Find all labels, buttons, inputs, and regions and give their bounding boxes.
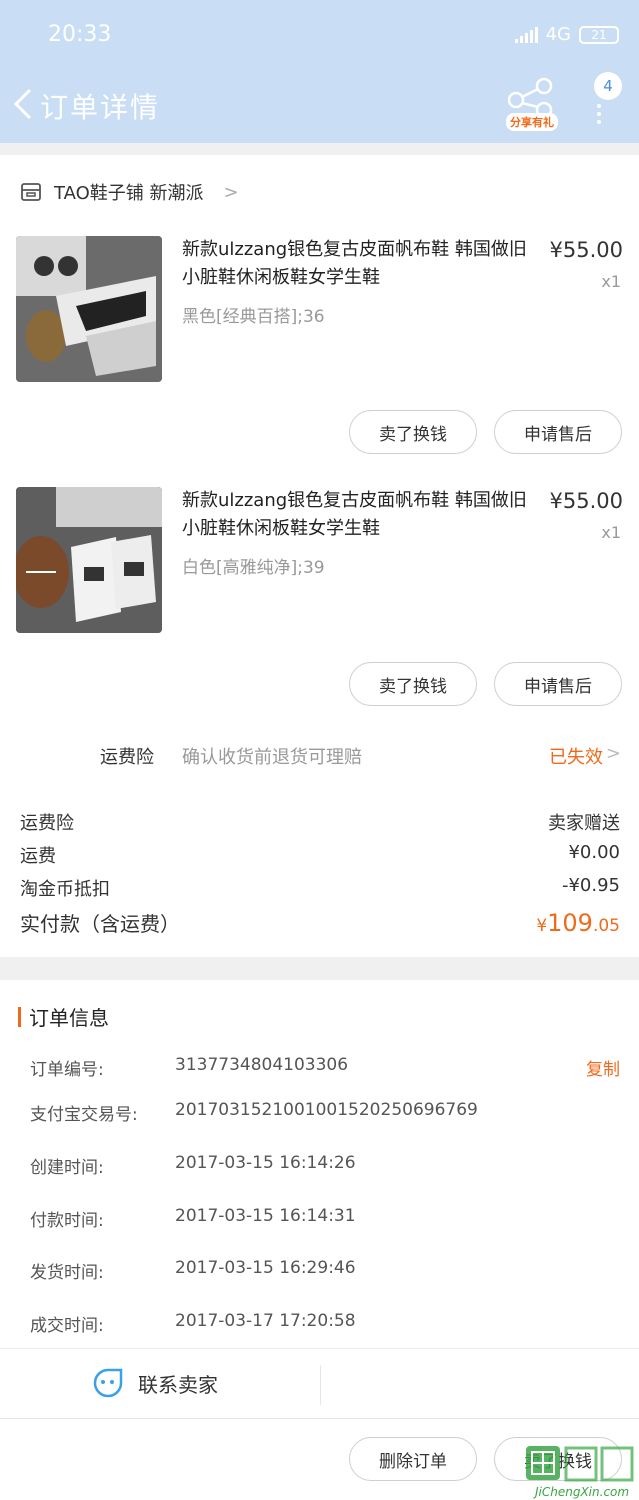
- info-label: 发货时间:: [30, 1263, 104, 1283]
- total-row: 实付款（含运费） ¥109.05: [20, 908, 620, 937]
- status-indicators: 4G 21: [514, 24, 619, 45]
- order-info-title: 订单信息: [29, 1006, 109, 1030]
- apply-aftersale-button[interactable]: 申请售后: [494, 410, 622, 454]
- order-items-section: TAO鞋子铺 新潮派 > 新款ulzzang银色复古皮面帆布鞋 韩国做旧小脏鞋休…: [0, 155, 639, 957]
- product-item[interactable]: 新款ulzzang银色复古皮面帆布鞋 韩国做旧小脏鞋休闲板鞋女学生鞋 黑色[经典…: [0, 236, 639, 396]
- contact-bar: 联系卖家: [0, 1348, 639, 1418]
- shipping-insurance-row[interactable]: 运费险 确认收货前退货可理赔 已失效 >: [0, 737, 639, 773]
- info-label: 支付宝交易号:: [30, 1105, 138, 1125]
- more-dots-icon[interactable]: [597, 104, 601, 124]
- divider: [320, 1365, 321, 1405]
- insurance-description: 确认收货前退货可理赔: [182, 747, 362, 768]
- shop-link[interactable]: TAO鞋子铺 新潮派 >: [20, 179, 239, 205]
- total-amount: ¥109.05: [536, 909, 620, 937]
- share-gift-tag[interactable]: 分享有礼: [506, 113, 558, 131]
- product-price: ¥55.00: [549, 238, 623, 262]
- currency-symbol: ¥: [536, 916, 548, 936]
- fee-label: 淘金币抵扣: [20, 879, 110, 900]
- info-value: 2017031521001001520250696769: [175, 1100, 478, 1120]
- page-title: 订单详情: [40, 91, 161, 124]
- shop-name: TAO鞋子铺 新潮派: [54, 183, 204, 204]
- insurance-label: 运费险: [100, 747, 154, 768]
- product-quantity: x1: [601, 523, 621, 542]
- product-title[interactable]: 新款ulzzang银色复古皮面帆布鞋 韩国做旧小脏鞋休闲板鞋女学生鞋: [182, 487, 536, 543]
- contact-seller-label: 联系卖家: [138, 1372, 218, 1397]
- shop-icon: [21, 183, 41, 201]
- heading-accent-bar: [18, 1006, 21, 1027]
- info-label: 创建时间:: [30, 1158, 104, 1178]
- notification-badge: 4: [594, 72, 622, 100]
- info-value: 2017-03-15 16:14:31: [175, 1206, 356, 1226]
- info-value: 3137734804103306: [175, 1055, 349, 1075]
- total-decimal: .05: [592, 916, 620, 936]
- chevron-right-icon: >: [605, 743, 621, 764]
- total-label: 实付款（含运费）: [20, 912, 180, 936]
- watermark-text: JiChengXin.com: [535, 1485, 630, 1499]
- product-sku: 白色[高雅纯净];39: [182, 558, 325, 578]
- copy-button[interactable]: 复制: [586, 1055, 620, 1080]
- product-quantity: x1: [601, 272, 621, 291]
- battery-icon: 21: [579, 25, 619, 44]
- chat-face-icon: [93, 1368, 123, 1398]
- info-value: 2017-03-15 16:29:46: [175, 1258, 356, 1278]
- fee-value: ¥0.00: [568, 842, 620, 863]
- product-image[interactable]: [16, 236, 162, 382]
- contact-seller-button[interactable]: 联系卖家: [92, 1367, 218, 1399]
- fee-value: -¥0.95: [561, 875, 620, 896]
- signal-icon: [514, 26, 538, 43]
- sell-for-cash-button[interactable]: 卖了换钱: [349, 662, 477, 706]
- fee-row: 运费险 卖家赠送: [20, 809, 620, 835]
- info-value: 2017-03-15 16:14:26: [175, 1153, 356, 1173]
- sell-for-cash-button[interactable]: 卖了换钱: [349, 410, 477, 454]
- product-title[interactable]: 新款ulzzang银色复古皮面帆布鞋 韩国做旧小脏鞋休闲板鞋女学生鞋: [182, 236, 536, 292]
- product-sku: 黑色[经典百搭];36: [182, 307, 325, 327]
- fee-label: 运费: [20, 846, 56, 867]
- fee-label: 运费险: [20, 813, 74, 834]
- info-label: 订单编号:: [30, 1060, 104, 1080]
- product-price: ¥55.00: [549, 489, 623, 513]
- chevron-right-icon: >: [223, 181, 239, 203]
- product-item[interactable]: 新款ulzzang银色复古皮面帆布鞋 韩国做旧小脏鞋休闲板鞋女学生鞋 白色[高雅…: [0, 487, 639, 647]
- total-integer: 109: [547, 909, 593, 937]
- fee-row: 淘金币抵扣 -¥0.95: [20, 875, 620, 901]
- status-time: 20:33: [48, 22, 112, 47]
- info-value: 2017-03-17 17:20:58: [175, 1311, 356, 1331]
- back-arrow-icon[interactable]: [10, 84, 40, 124]
- order-info-heading: 订单信息: [18, 1002, 109, 1031]
- product-image[interactable]: [16, 487, 162, 633]
- info-label: 付款时间:: [30, 1211, 104, 1231]
- delete-order-button[interactable]: 删除订单: [349, 1437, 477, 1481]
- network-type: 4G: [545, 24, 571, 45]
- insurance-status: 已失效: [549, 747, 603, 768]
- apply-aftersale-button[interactable]: 申请售后: [494, 662, 622, 706]
- fee-value: 卖家赠送: [548, 813, 620, 834]
- info-label: 成交时间:: [30, 1316, 104, 1336]
- fee-row: 运费 ¥0.00: [20, 842, 620, 868]
- order-info-section: 订单信息 订单编号: 3137734804103306 复制 支付宝交易号: 2…: [0, 980, 639, 1348]
- app-header: 20:33 4G 21 订单详情 分享有礼 4: [0, 0, 639, 143]
